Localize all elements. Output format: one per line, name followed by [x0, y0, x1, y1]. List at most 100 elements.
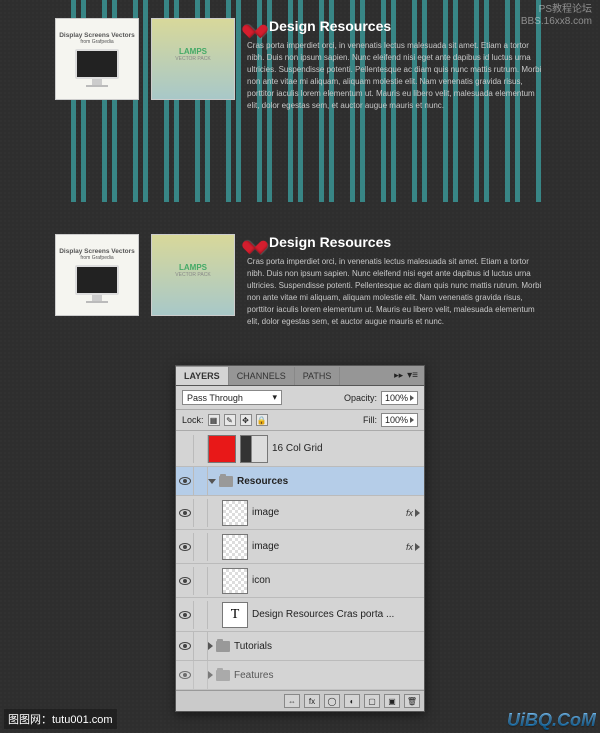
layer-row-16-col-grid[interactable]: 16 Col Grid [176, 431, 424, 467]
menu-icon: ▾≡ [407, 370, 418, 381]
section-body: Cras porta imperdiet orci, in venenatis … [247, 256, 545, 328]
layer-style-button[interactable]: fx [304, 694, 320, 708]
layer-thumbnail[interactable] [222, 568, 248, 594]
layer-thumbnail[interactable] [222, 500, 248, 526]
thumb-title: Display Screens Vectors [59, 248, 135, 255]
grid-guides [0, 132, 600, 202]
layer-effects-indicator[interactable]: fx [406, 542, 420, 552]
thumb-subtitle: VECTOR PACK [175, 56, 210, 62]
layer-effects-indicator[interactable]: fx [406, 508, 420, 518]
thumb-subtitle: VECTOR PACK [175, 272, 210, 278]
heart-icon [247, 19, 263, 33]
eye-icon [179, 509, 191, 517]
blend-opacity-row: Pass Through ▾ Opacity: 100% [176, 386, 424, 410]
folder-icon [216, 641, 230, 652]
text-block: Design Resources Cras porta imperdiet or… [247, 18, 545, 112]
layer-row-image-1[interactable]: image fx [176, 496, 424, 530]
link-col[interactable] [194, 499, 208, 527]
link-col[interactable] [194, 435, 208, 463]
thumb-display-screens[interactable]: Display Screens Vectors from Grafpedia [55, 18, 139, 100]
new-group-button[interactable]: ▢ [364, 694, 380, 708]
text-layer-thumbnail[interactable]: T [222, 602, 248, 628]
thumb-title: LAMPS [179, 263, 207, 272]
layer-name: Resources [237, 476, 288, 487]
visibility-toggle[interactable] [176, 601, 194, 629]
lock-pixels-button[interactable]: ✎ [224, 414, 236, 426]
visibility-toggle[interactable] [176, 499, 194, 527]
layer-mask-thumbnail[interactable] [240, 435, 268, 463]
thumb-subtitle: from Grafpedia [80, 39, 113, 45]
thumb-subtitle: from Grafpedia [80, 255, 113, 261]
visibility-toggle[interactable] [176, 533, 194, 561]
opacity-value: 100% [385, 393, 408, 403]
visibility-toggle[interactable] [176, 467, 194, 495]
chevron-right-icon [415, 543, 420, 551]
design-resources-section-grid: Display Screens Vectors from Grafpedia L… [0, 0, 600, 132]
layer-row-text[interactable]: T Design Resources Cras porta ... [176, 598, 424, 632]
monitor-icon [75, 49, 119, 79]
thumb-display-screens[interactable]: Display Screens Vectors from Grafpedia [55, 234, 139, 316]
link-col[interactable] [194, 632, 208, 660]
link-col[interactable] [194, 601, 208, 629]
lock-all-button[interactable]: 🔒 [256, 414, 268, 426]
panel-menu-button[interactable]: ▸▸ ▾≡ [388, 366, 424, 385]
thumb-lamps[interactable]: LAMPS VECTOR PACK [151, 234, 235, 316]
disclosure-triangle-icon[interactable] [208, 642, 213, 650]
layer-row-features[interactable]: Features [176, 661, 424, 690]
tab-channels[interactable]: CHANNELS [229, 367, 295, 385]
opacity-input[interactable]: 100% [381, 391, 418, 405]
thumb-title: LAMPS [179, 47, 207, 56]
layer-name: Tutorials [234, 641, 272, 652]
panel-footer: ⇔ fx ◯ ◐ ▢ ▣ 🗑 [176, 690, 424, 711]
resource-row: Display Screens Vectors from Grafpedia L… [55, 234, 545, 328]
design-resources-section: Display Screens Vectors from Grafpedia L… [0, 202, 600, 348]
disclosure-triangle-icon[interactable] [208, 479, 216, 484]
visibility-toggle[interactable] [176, 567, 194, 595]
eye-icon [179, 543, 191, 551]
layer-name: Design Resources Cras porta ... [252, 609, 394, 620]
thumb-lamps[interactable]: LAMPS VECTOR PACK [151, 18, 235, 100]
lock-transparency-button[interactable]: ▦ [208, 414, 220, 426]
folder-icon [219, 476, 233, 487]
layer-mask-button[interactable]: ◯ [324, 694, 340, 708]
panel-tabs: LAYERS CHANNELS PATHS ▸▸ ▾≡ [176, 366, 424, 386]
link-col[interactable] [194, 567, 208, 595]
layer-row-tutorials[interactable]: Tutorials [176, 632, 424, 661]
layer-list: 16 Col Grid Resources image fx ima [176, 431, 424, 690]
dropdown-icon [410, 395, 414, 401]
tab-paths[interactable]: PATHS [295, 367, 341, 385]
eye-icon [179, 577, 191, 585]
link-col[interactable] [194, 467, 208, 495]
section-body: Cras porta imperdiet orci, in venenatis … [247, 40, 545, 112]
blend-mode-select[interactable]: Pass Through ▾ [182, 390, 282, 405]
layer-thumbnail[interactable] [208, 435, 236, 463]
layer-name: image [252, 541, 279, 552]
link-layers-button[interactable]: ⇔ [284, 694, 300, 708]
link-col[interactable] [194, 661, 208, 689]
lock-position-button[interactable]: ✥ [240, 414, 252, 426]
layer-row-image-2[interactable]: image fx [176, 530, 424, 564]
layer-name: Features [234, 670, 273, 681]
visibility-toggle[interactable] [176, 661, 194, 689]
delete-layer-button[interactable]: 🗑 [404, 694, 420, 708]
dropdown-icon [410, 417, 414, 423]
resource-row: Display Screens Vectors from Grafpedia L… [55, 18, 545, 112]
layer-thumbnail[interactable] [222, 534, 248, 560]
visibility-toggle[interactable] [176, 435, 194, 463]
folder-icon [216, 670, 230, 681]
watermark-bottom-right: UiBQ.CoM [507, 710, 596, 731]
adjustment-layer-button[interactable]: ◐ [344, 694, 360, 708]
layer-row-resources[interactable]: Resources [176, 467, 424, 496]
new-layer-button[interactable]: ▣ [384, 694, 400, 708]
link-col[interactable] [194, 533, 208, 561]
eye-icon [179, 642, 191, 650]
eye-icon [179, 671, 191, 679]
heart-icon [247, 235, 263, 249]
tab-layers[interactable]: LAYERS [176, 367, 229, 385]
layer-row-icon[interactable]: icon [176, 564, 424, 598]
text-block: Design Resources Cras porta imperdiet or… [247, 234, 545, 328]
fill-input[interactable]: 100% [381, 413, 418, 427]
layers-panel[interactable]: LAYERS CHANNELS PATHS ▸▸ ▾≡ Pass Through… [175, 365, 425, 712]
visibility-toggle[interactable] [176, 632, 194, 660]
disclosure-triangle-icon[interactable] [208, 671, 213, 679]
